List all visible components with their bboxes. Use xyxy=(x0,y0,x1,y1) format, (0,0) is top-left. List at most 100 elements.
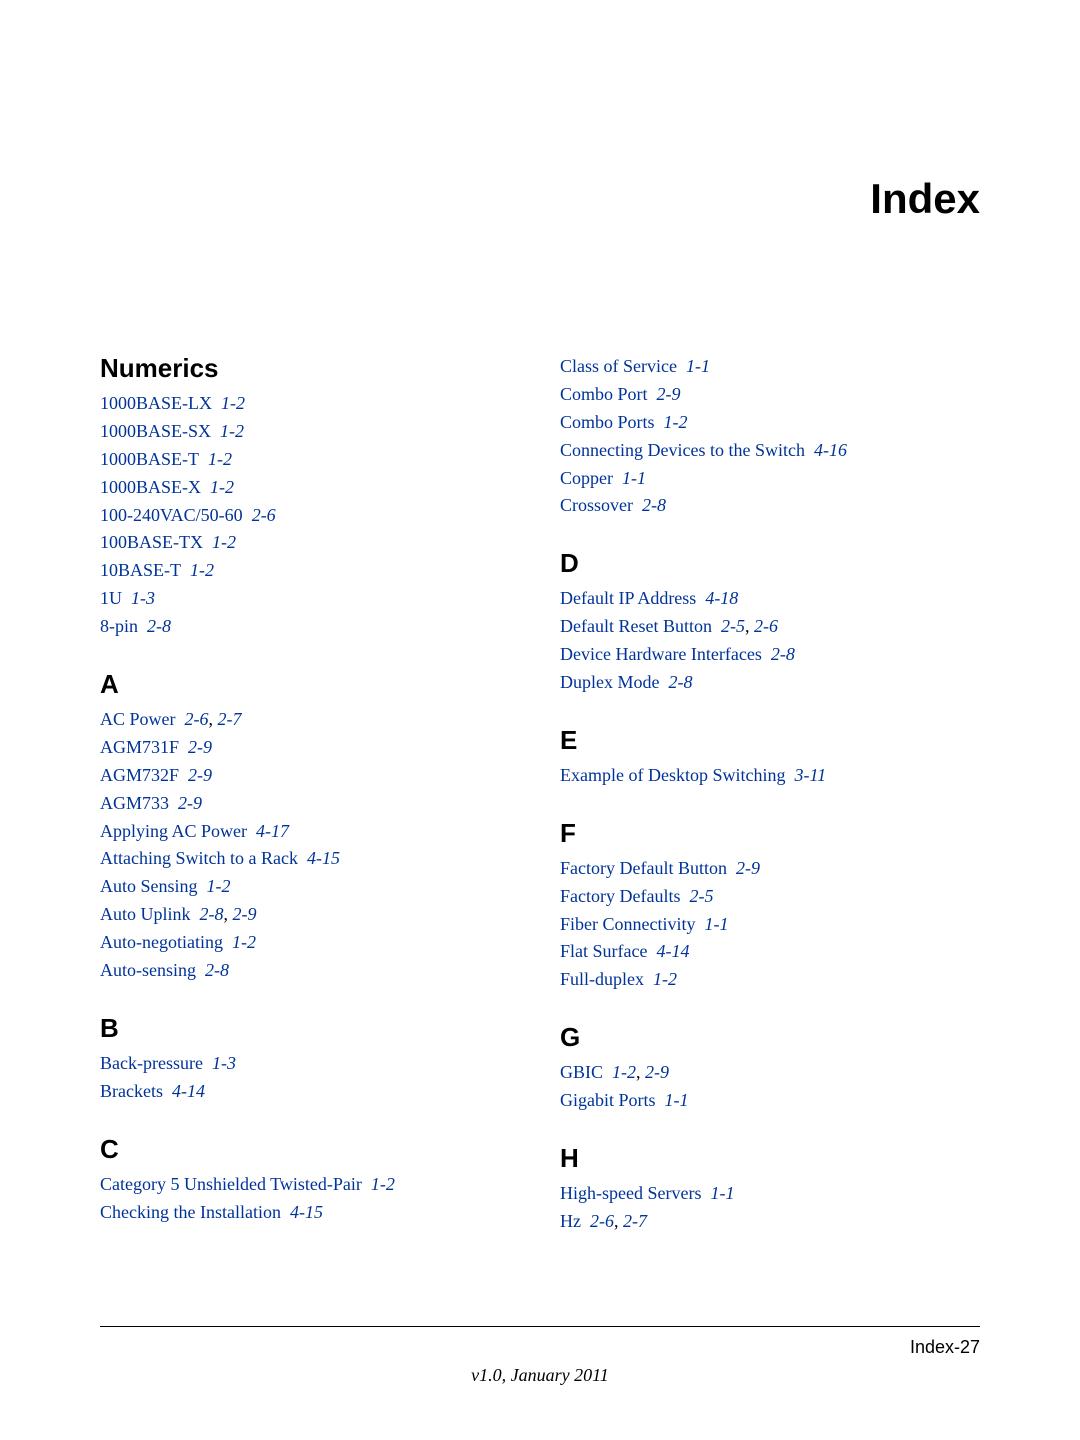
index-entry[interactable]: Auto-negotiating 1-2 xyxy=(100,929,520,957)
index-entry[interactable]: Copper 1-1 xyxy=(560,465,980,493)
index-entry[interactable]: Auto Uplink 2-8, 2-9 xyxy=(100,901,520,929)
index-page-ref[interactable]: 2-6 xyxy=(185,709,209,729)
index-entry[interactable]: 1U 1-3 xyxy=(100,585,520,613)
index-term[interactable]: Checking the Installation xyxy=(100,1202,281,1222)
index-entry[interactable]: Hz 2-6, 2-7 xyxy=(560,1208,980,1236)
index-entry[interactable]: 10BASE-T 1-2 xyxy=(100,557,520,585)
index-page-ref[interactable]: 1-2 xyxy=(190,560,214,580)
index-entry[interactable]: AGM732F 2-9 xyxy=(100,762,520,790)
index-term[interactable]: Applying AC Power xyxy=(100,821,247,841)
index-term[interactable]: Combo Ports xyxy=(560,412,655,432)
index-term[interactable]: Default IP Address xyxy=(560,588,696,608)
index-page-ref[interactable]: 2-9 xyxy=(233,904,257,924)
index-term[interactable]: 100-240VAC/50-60 xyxy=(100,505,243,525)
index-term[interactable]: Auto-negotiating xyxy=(100,932,223,952)
index-term[interactable]: Full-duplex xyxy=(560,969,644,989)
index-entry[interactable]: 1000BASE-T 1-2 xyxy=(100,446,520,474)
index-entry[interactable]: AC Power 2-6, 2-7 xyxy=(100,706,520,734)
index-term[interactable]: Brackets xyxy=(100,1081,163,1101)
index-term[interactable]: Fiber Connectivity xyxy=(560,914,695,934)
index-entry[interactable]: 1000BASE-X 1-2 xyxy=(100,474,520,502)
index-entry[interactable]: Default IP Address 4-18 xyxy=(560,585,980,613)
index-term[interactable]: Class of Service xyxy=(560,356,677,376)
index-term[interactable]: Combo Port xyxy=(560,384,648,404)
index-page-ref[interactable]: 2-5 xyxy=(689,886,713,906)
index-page-ref[interactable]: 2-6 xyxy=(252,505,276,525)
index-page-ref[interactable]: 1-2 xyxy=(207,876,231,896)
index-entry[interactable]: Brackets 4-14 xyxy=(100,1078,520,1106)
index-term[interactable]: High-speed Servers xyxy=(560,1183,701,1203)
index-term[interactable]: AC Power xyxy=(100,709,176,729)
index-page-ref[interactable]: 4-17 xyxy=(256,821,289,841)
index-page-ref[interactable]: 1-2 xyxy=(371,1174,395,1194)
index-page-ref[interactable]: 1-1 xyxy=(704,914,728,934)
index-entry[interactable]: Auto Sensing 1-2 xyxy=(100,873,520,901)
index-entry[interactable]: Full-duplex 1-2 xyxy=(560,966,980,994)
index-page-ref[interactable]: 2-9 xyxy=(188,737,212,757)
index-page-ref[interactable]: 1-1 xyxy=(710,1183,734,1203)
index-page-ref[interactable]: 1-3 xyxy=(212,1053,236,1073)
index-term[interactable]: Factory Defaults xyxy=(560,886,680,906)
index-entry[interactable]: Gigabit Ports 1-1 xyxy=(560,1087,980,1115)
index-term[interactable]: Crossover xyxy=(560,495,633,515)
index-entry[interactable]: Default Reset Button 2-5, 2-6 xyxy=(560,613,980,641)
index-entry[interactable]: Back-pressure 1-3 xyxy=(100,1050,520,1078)
index-page-ref[interactable]: 2-8 xyxy=(200,904,224,924)
index-entry[interactable]: Device Hardware Interfaces 2-8 xyxy=(560,641,980,669)
index-page-ref[interactable]: 4-16 xyxy=(814,440,847,460)
index-entry[interactable]: Factory Defaults 2-5 xyxy=(560,883,980,911)
index-entry[interactable]: Class of Service 1-1 xyxy=(560,353,980,381)
index-page-ref[interactable]: 1-2 xyxy=(210,477,234,497)
index-page-ref[interactable]: 1-2 xyxy=(221,393,245,413)
index-term[interactable]: Attaching Switch to a Rack xyxy=(100,848,298,868)
index-entry[interactable]: Example of Desktop Switching 3-11 xyxy=(560,762,980,790)
index-term[interactable]: Back-pressure xyxy=(100,1053,203,1073)
index-entry[interactable]: 8-pin 2-8 xyxy=(100,613,520,641)
index-term[interactable]: Category 5 Unshielded Twisted-Pair xyxy=(100,1174,362,1194)
index-term[interactable]: 8-pin xyxy=(100,616,138,636)
index-page-ref[interactable]: 1-2 xyxy=(653,969,677,989)
index-term[interactable]: Auto Uplink xyxy=(100,904,191,924)
index-entry[interactable]: GBIC 1-2, 2-9 xyxy=(560,1059,980,1087)
index-page-ref[interactable]: 4-15 xyxy=(307,848,340,868)
index-term[interactable]: GBIC xyxy=(560,1062,603,1082)
index-term[interactable]: 1000BASE-X xyxy=(100,477,201,497)
index-entry[interactable]: Factory Default Button 2-9 xyxy=(560,855,980,883)
index-page-ref[interactable]: 4-14 xyxy=(656,941,689,961)
index-page-ref[interactable]: 1-2 xyxy=(208,449,232,469)
index-entry[interactable]: Duplex Mode 2-8 xyxy=(560,669,980,697)
index-term[interactable]: 1000BASE-LX xyxy=(100,393,212,413)
index-term[interactable]: Gigabit Ports xyxy=(560,1090,656,1110)
index-page-ref[interactable]: 2-7 xyxy=(218,709,242,729)
index-entry[interactable]: 1000BASE-SX 1-2 xyxy=(100,418,520,446)
index-entry[interactable]: AGM733 2-9 xyxy=(100,790,520,818)
index-page-ref[interactable]: 2-8 xyxy=(771,644,795,664)
index-page-ref[interactable]: 2-8 xyxy=(668,672,692,692)
index-term[interactable]: 1000BASE-SX xyxy=(100,421,211,441)
index-term[interactable]: 100BASE-TX xyxy=(100,532,203,552)
index-page-ref[interactable]: 4-15 xyxy=(290,1202,323,1222)
index-page-ref[interactable]: 2-8 xyxy=(205,960,229,980)
index-page-ref[interactable]: 1-2 xyxy=(220,421,244,441)
index-term[interactable]: Auto Sensing xyxy=(100,876,198,896)
index-page-ref[interactable]: 1-2 xyxy=(212,532,236,552)
index-entry[interactable]: Crossover 2-8 xyxy=(560,492,980,520)
index-page-ref[interactable]: 2-9 xyxy=(736,858,760,878)
index-term[interactable]: Auto-sensing xyxy=(100,960,196,980)
index-page-ref[interactable]: 1-1 xyxy=(622,468,646,488)
index-page-ref[interactable]: 3-11 xyxy=(794,765,826,785)
index-page-ref[interactable]: 1-2 xyxy=(612,1062,636,1082)
index-entry[interactable]: High-speed Servers 1-1 xyxy=(560,1180,980,1208)
index-entry[interactable]: Auto-sensing 2-8 xyxy=(100,957,520,985)
index-page-ref[interactable]: 1-1 xyxy=(686,356,710,376)
index-page-ref[interactable]: 4-14 xyxy=(172,1081,205,1101)
index-page-ref[interactable]: 4-18 xyxy=(705,588,738,608)
index-entry[interactable]: Combo Ports 1-2 xyxy=(560,409,980,437)
index-term[interactable]: 1U xyxy=(100,588,122,608)
index-term[interactable]: 10BASE-T xyxy=(100,560,181,580)
index-page-ref[interactable]: 1-2 xyxy=(664,412,688,432)
index-term[interactable]: Flat Surface xyxy=(560,941,647,961)
index-page-ref[interactable]: 2-9 xyxy=(657,384,681,404)
index-term[interactable]: Connecting Devices to the Switch xyxy=(560,440,805,460)
index-page-ref[interactable]: 2-9 xyxy=(645,1062,669,1082)
